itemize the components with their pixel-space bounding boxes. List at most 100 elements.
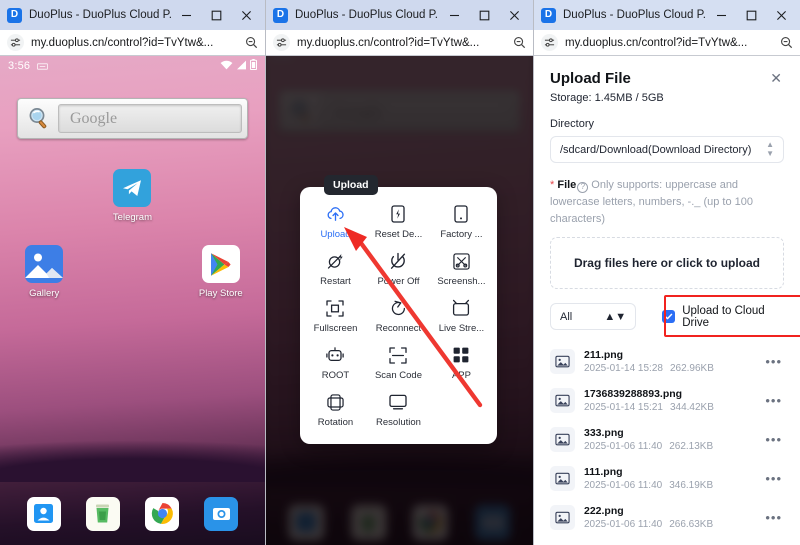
- action-reconnect[interactable]: Reconnect: [367, 293, 430, 340]
- gallery-icon[interactable]: [25, 245, 64, 283]
- camera-icon[interactable]: [204, 496, 239, 531]
- android-dock: [0, 482, 265, 545]
- help-icon[interactable]: ?: [577, 181, 589, 193]
- search-input[interactable]: Google: [58, 104, 242, 133]
- file-sub: 2025-01-06 11:40 266.63KB: [584, 519, 765, 530]
- action-label: Factory ...: [440, 229, 483, 240]
- maximize-icon[interactable]: [201, 1, 231, 29]
- action-label: Fullscreen: [313, 323, 358, 334]
- maximize-icon[interactable]: [736, 1, 766, 29]
- more-icon[interactable]: •••: [765, 510, 784, 525]
- more-icon[interactable]: •••: [765, 471, 784, 486]
- google-search-widget[interactable]: Google: [17, 98, 248, 139]
- action-screenshot[interactable]: Screensh...: [430, 246, 493, 293]
- search-placeholder: Google: [70, 109, 118, 127]
- recycle-bin-icon[interactable]: [85, 496, 120, 531]
- file-list: 211.png 2025-01-14 15:28 262.96KB ••• 173…: [550, 342, 784, 537]
- maximize-icon[interactable]: [469, 1, 499, 29]
- chevron-updown-icon: ▲▼: [604, 310, 627, 323]
- duoplus-favicon: D: [541, 7, 556, 23]
- action-label: Upload: [320, 229, 351, 240]
- site-settings-icon[interactable]: [273, 34, 290, 51]
- action-reset-device[interactable]: Reset De...: [367, 199, 430, 246]
- action-resolution[interactable]: Resolution: [367, 387, 430, 434]
- status-time: 3:56: [8, 60, 31, 72]
- file-date: 2025-01-06 11:40: [584, 480, 663, 492]
- image-file-icon: [550, 505, 575, 531]
- table-row[interactable]: 333.png 2025-01-06 11:40 262.13KB •••: [550, 420, 784, 459]
- storage-text: Storage: 1.45MB / 5GB: [550, 92, 664, 104]
- zoom-out-icon[interactable]: [243, 35, 259, 51]
- restart-icon: [326, 251, 345, 271]
- table-row[interactable]: 111.png 2025-01-06 11:40 346.19KB •••: [550, 459, 784, 498]
- address-bar[interactable]: my.duoplus.cn/control?id=TvYtw&...: [266, 30, 533, 56]
- minimize-icon[interactable]: [171, 1, 201, 29]
- title-bar: D DuoPlus - DuoPlus Cloud P...: [0, 0, 265, 30]
- file-date: 2025-01-14 15:28: [584, 363, 663, 375]
- more-icon[interactable]: •••: [765, 393, 784, 408]
- app-telegram[interactable]: Telegram: [88, 169, 176, 223]
- close-icon[interactable]: [499, 1, 529, 29]
- action-restart[interactable]: Restart: [304, 246, 367, 293]
- close-icon[interactable]: [766, 1, 796, 29]
- action-upload[interactable]: Upload: [304, 199, 367, 246]
- app-gallery[interactable]: Gallery: [0, 245, 88, 299]
- directory-select[interactable]: /sdcard/Download(Download Directory) ▲ ▼: [550, 136, 784, 163]
- action-power-off[interactable]: Power Off: [367, 246, 430, 293]
- file-date: 2025-01-06 11:40: [584, 519, 663, 531]
- action-app[interactable]: APP: [430, 340, 493, 387]
- app-row-1: Telegram: [0, 169, 265, 223]
- app-playstore[interactable]: Play Store: [177, 245, 265, 299]
- file-dropzone[interactable]: Drag files here or click to upload: [550, 237, 784, 290]
- contacts-icon[interactable]: [26, 496, 61, 531]
- chevron-updown-icon: ▲▼: [766, 140, 774, 158]
- minimize-icon[interactable]: [439, 1, 469, 29]
- play-store-icon[interactable]: [201, 245, 240, 283]
- cloud-drive-checkbox[interactable]: Upload to Cloud Drive: [662, 305, 784, 329]
- address-bar[interactable]: my.duoplus.cn/control?id=TvYtw&...: [534, 30, 800, 56]
- upload-header: Upload File ✕: [550, 70, 784, 87]
- site-settings-icon[interactable]: [541, 34, 558, 51]
- chrome-icon[interactable]: [145, 496, 180, 531]
- close-icon[interactable]: ✕: [768, 70, 784, 86]
- checkbox-checked-icon: [662, 310, 676, 324]
- url-text[interactable]: my.duoplus.cn/control?id=TvYtw&...: [31, 37, 243, 49]
- filter-value: All: [560, 310, 573, 323]
- action-factory-reset[interactable]: Factory ...: [430, 199, 493, 246]
- url-text[interactable]: my.duoplus.cn/control?id=TvYtw&...: [297, 37, 511, 49]
- file-size: 346.19KB: [669, 480, 714, 492]
- file-filter-select[interactable]: All ▲▼: [550, 303, 637, 331]
- telegram-icon[interactable]: [113, 169, 152, 207]
- resolution-icon: [389, 392, 408, 412]
- action-root[interactable]: ROOT: [304, 340, 367, 387]
- site-settings-icon[interactable]: [7, 34, 24, 51]
- more-icon[interactable]: •••: [765, 432, 784, 447]
- table-row[interactable]: 222.png 2025-01-06 11:40 266.63KB •••: [550, 498, 784, 537]
- android-screen[interactable]: 3:56 Google Telegram Gallery Play Store: [0, 56, 265, 545]
- window-title: DuoPlus - DuoPlus Cloud P...: [295, 9, 439, 21]
- image-file-icon: [550, 349, 575, 375]
- address-bar[interactable]: my.duoplus.cn/control?id=TvYtw&...: [0, 30, 265, 56]
- file-size: 262.13KB: [669, 441, 714, 453]
- url-text[interactable]: my.duoplus.cn/control?id=TvYtw&...: [565, 37, 778, 49]
- action-rotation[interactable]: Rotation: [304, 387, 367, 434]
- action-live-stream[interactable]: Live Stre...: [430, 293, 493, 340]
- file-meta: 333.png 2025-01-06 11:40 262.13KB: [584, 427, 765, 452]
- action-scan-code[interactable]: Scan Code: [367, 340, 430, 387]
- minimize-icon[interactable]: [706, 1, 736, 29]
- browser-window-2: D DuoPlus - DuoPlus Cloud P... my.duoplu…: [266, 0, 534, 545]
- page-title: Upload File: [550, 70, 631, 87]
- factory-reset-icon: [454, 204, 469, 224]
- action-fullscreen[interactable]: Fullscreen: [304, 293, 367, 340]
- battery-icon: [250, 59, 257, 73]
- more-icon[interactable]: •••: [765, 354, 784, 369]
- close-icon[interactable]: [231, 1, 261, 29]
- zoom-out-icon[interactable]: [778, 35, 794, 51]
- table-row[interactable]: 1736839288893.png 2025-01-14 15:21 344.42…: [550, 381, 784, 420]
- magnifier-icon[interactable]: [23, 102, 56, 135]
- table-row[interactable]: 211.png 2025-01-14 15:28 262.96KB •••: [550, 342, 784, 381]
- root-robot-icon: [326, 345, 345, 365]
- app-row-2: Gallery Play Store: [0, 245, 265, 299]
- scan-code-icon: [389, 345, 408, 365]
- zoom-out-icon[interactable]: [511, 35, 527, 51]
